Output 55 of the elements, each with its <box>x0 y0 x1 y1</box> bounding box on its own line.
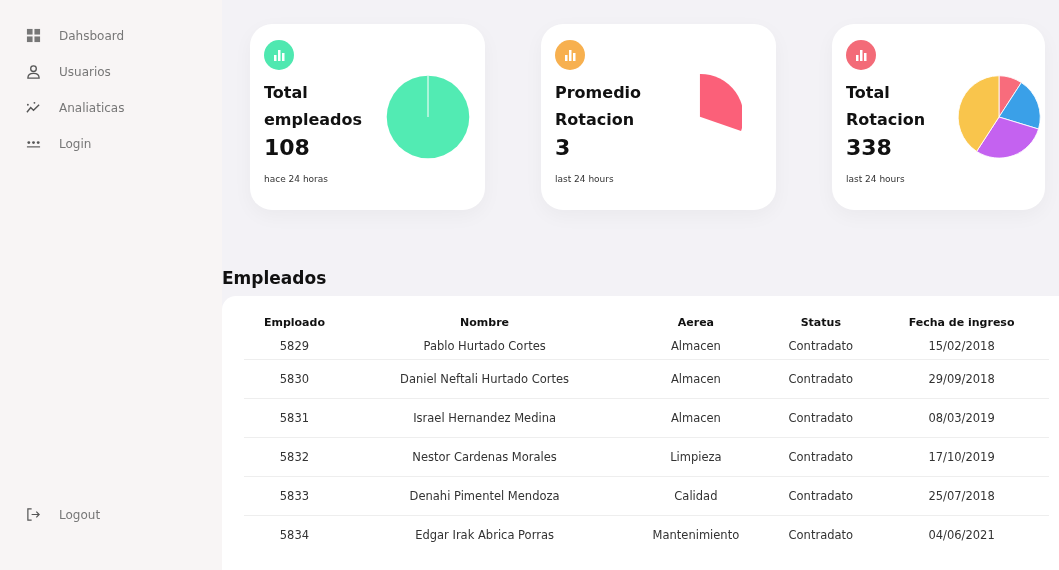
table-cell: Edgar Irak Abrica Porras <box>344 515 625 554</box>
table-cell: 5829 <box>244 333 345 360</box>
table-cell: Daniel Neftali Hurtado Cortes <box>344 359 625 399</box>
nav-item[interactable]: Analiaticas <box>26 100 222 115</box>
pie-chart-drawing <box>699 72 742 132</box>
column-header: Fecha de ingreso <box>907 315 1016 331</box>
table-cell: 04/06/2021 <box>874 515 1049 554</box>
table-cell: 25/07/2018 <box>874 476 1049 516</box>
nav-item[interactable]: Dahsboard <box>26 28 222 43</box>
table-cell: 5834 <box>244 515 345 554</box>
table-cell: Contradato <box>767 359 875 399</box>
card-title: Total Rotacion <box>846 82 927 131</box>
table-cell: Contradato <box>767 437 875 477</box>
card-title: Promedio Rotacion <box>555 82 643 131</box>
table-cell: Pablo Hurtado Cortes <box>344 333 625 360</box>
table-cell: Mantenimiento <box>624 515 768 554</box>
section-title: Empleados <box>222 268 328 288</box>
column-header: Aerea <box>676 315 716 331</box>
card-value: 108 <box>264 135 311 160</box>
logout-link[interactable]: Logout <box>26 507 222 522</box>
table-cell: Nestor Cardenas Morales <box>344 437 625 477</box>
card-note: last 24 hours <box>846 174 906 184</box>
grid-icon <box>26 28 41 43</box>
card-note: last 24 hours <box>555 174 615 184</box>
table-cell: Contradato <box>767 333 875 360</box>
table-cell: Almacen <box>624 359 768 399</box>
nav-item[interactable]: Login <box>26 136 222 151</box>
table-cell: Almacen <box>624 333 768 360</box>
table-cell: 5832 <box>244 437 345 477</box>
table-cell: 5830 <box>244 359 345 399</box>
column-header: Status <box>799 315 842 331</box>
card-value: 338 <box>846 135 893 160</box>
table-cell: Contradato <box>767 515 875 554</box>
table-cell: Almacen <box>624 398 768 438</box>
column-header: Nombre <box>459 315 511 331</box>
table-cell: Contradato <box>767 476 875 516</box>
table-cell: 29/09/2018 <box>874 359 1049 399</box>
table-cell: 17/10/2019 <box>874 437 1049 477</box>
table-cell: Contradato <box>767 398 875 438</box>
table-cell: Calidad <box>624 476 768 516</box>
user-icon <box>26 64 41 79</box>
table-cell: Limpieza <box>624 437 768 477</box>
table-cell: Denahi Pimentel Mendoza <box>344 476 625 516</box>
table-cell: 5831 <box>244 398 345 438</box>
nav-item[interactable]: Usuarios <box>26 64 222 79</box>
card-title: Total empleados <box>264 82 364 131</box>
table-cell: 15/02/2018 <box>874 333 1049 360</box>
table-cell: Israel Hernandez Medina <box>344 398 625 438</box>
card-note: hace 24 horas <box>264 174 329 184</box>
logout-icon <box>26 507 41 522</box>
trend-icon <box>26 100 41 115</box>
table-cell: 5833 <box>244 476 345 516</box>
column-header: Emploado <box>262 315 326 331</box>
card-value: 3 <box>555 135 572 160</box>
table-cell: 08/03/2019 <box>874 398 1049 438</box>
